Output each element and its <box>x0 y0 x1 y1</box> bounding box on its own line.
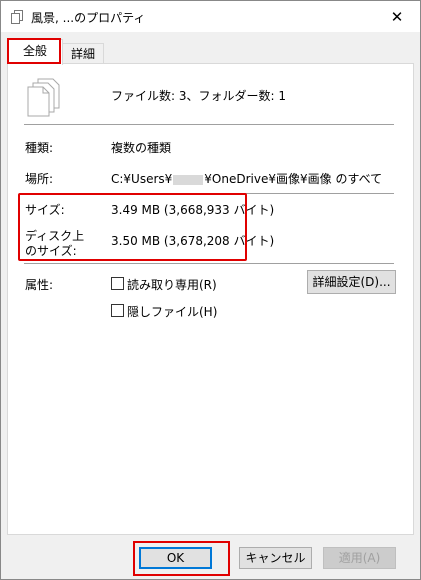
separator-1 <box>24 124 394 125</box>
hidden-checkbox[interactable] <box>111 304 124 317</box>
window-title: 風景, ...のプロパティ <box>31 11 146 25</box>
cancel-button[interactable]: キャンセル <box>239 547 312 569</box>
ok-highlight-box <box>133 541 230 576</box>
location-prefix: C:¥Users¥ <box>111 172 173 186</box>
advanced-settings-button[interactable]: 詳細設定(D)... <box>307 270 396 294</box>
tab-details[interactable]: 詳細 <box>62 43 104 64</box>
readonly-label[interactable]: 読み取り専用(R) <box>127 276 217 293</box>
close-button[interactable]: ✕ <box>374 1 420 32</box>
size-highlight-box <box>18 193 247 261</box>
general-tab-panel <box>7 63 414 535</box>
multiple-files-icon <box>26 78 62 118</box>
tab-highlight-box <box>7 38 61 64</box>
type-label: 種類: <box>25 141 54 155</box>
hidden-label[interactable]: 隠しファイル(H) <box>127 303 217 320</box>
attributes-label: 属性: <box>25 278 54 292</box>
location-suffix: ¥OneDrive¥画像¥画像 のすべて <box>204 172 383 186</box>
apply-button[interactable]: 適用(A) <box>323 547 396 569</box>
location-label: 場所: <box>25 172 54 186</box>
file-count-summary: ファイル数: 3、フォルダー数: 1 <box>111 89 286 103</box>
readonly-checkbox[interactable] <box>111 277 124 290</box>
close-icon: ✕ <box>390 7 404 26</box>
location-value: C:¥Users¥ ¥OneDrive¥画像¥画像 のすべて <box>111 170 382 187</box>
redacted-username <box>173 174 204 185</box>
separator-3 <box>24 263 394 264</box>
properties-icon <box>11 10 23 24</box>
title-bar[interactable]: 風景, ...のプロパティ ✕ <box>1 1 420 32</box>
type-value: 複数の種類 <box>111 141 172 155</box>
tab-details-label: 詳細 <box>70 47 95 61</box>
